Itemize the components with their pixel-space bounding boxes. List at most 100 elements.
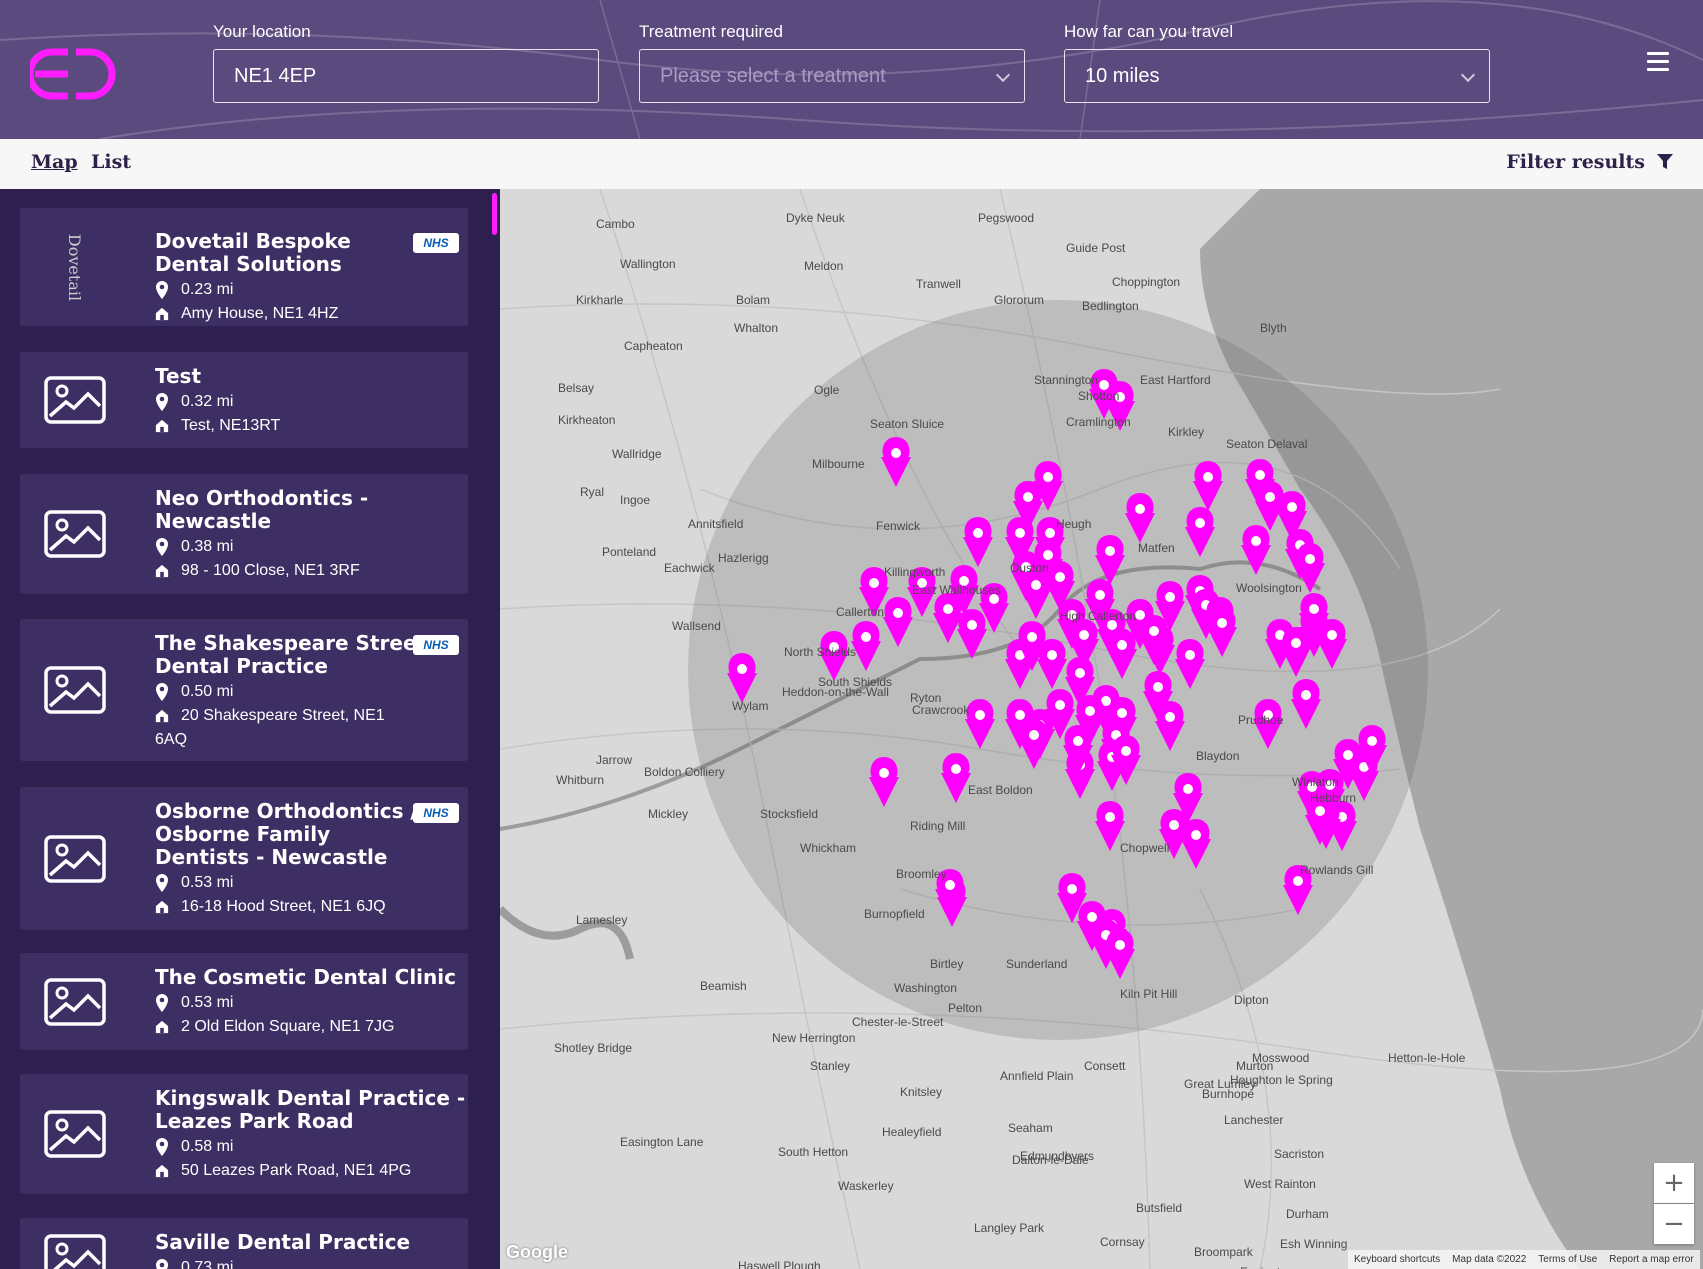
result-card[interactable]: Kingswalk Dental Practice - Leazes Park R… [20, 1074, 468, 1194]
header: Your location NE1 4EP Treatment required… [0, 0, 1703, 139]
home-icon [155, 895, 169, 924]
tab-map[interactable]: Map [31, 151, 78, 173]
practice-name-line: Newcastle [155, 509, 272, 533]
practice-name[interactable]: Dovetail Bespoke Dental Solutions [155, 230, 351, 276]
map-place-label: New Herrington [772, 1031, 856, 1045]
map-place-label: Broomley [896, 867, 947, 881]
address-row: 2 Old Eldon Square, NE1 7JG [155, 1015, 394, 1044]
map-place-label: Pegswood [978, 211, 1035, 225]
distance-label: How far can you travel [1064, 22, 1234, 41]
filter-label: Filter results [1506, 151, 1645, 173]
practice-name[interactable]: Neo Orthodontics - Newcastle [155, 487, 368, 533]
distance-text: 0.73 mi [181, 1259, 234, 1269]
result-card[interactable]: The Cosmetic Dental Clinic 0.53 mi 2 Old E… [20, 953, 468, 1050]
practice-name-line: Osborne Orthodontics / [155, 799, 418, 823]
practice-name[interactable]: Saville Dental Practice [155, 1231, 410, 1254]
scrollbar[interactable] [492, 193, 497, 235]
map-place-label: Kiln Pit Hill [1120, 987, 1178, 1001]
map-place-label: Stocksfield [760, 807, 819, 821]
map-place-label: Washington [894, 981, 957, 995]
map-place-label: Cramlington [1066, 415, 1131, 429]
result-card[interactable]: Osborne Orthodontics / Osborne Family Dent… [20, 787, 468, 930]
map-place-label: Belsay [558, 381, 595, 395]
map-place-label: Killingworth [884, 565, 946, 579]
zoom-out-button[interactable]: − [1654, 1204, 1694, 1244]
map-place-label: Hebburn [1310, 791, 1357, 805]
map-place-label: Wallsend [672, 619, 721, 633]
map-place-label: Easington [1240, 1265, 1293, 1269]
map-place-label: Whitburn [556, 773, 605, 787]
map-place-label: Seaton Sluice [870, 417, 945, 431]
address-row: 16-18 Hood Street, NE1 6JQ [155, 895, 386, 924]
map-place-label: East Wallhouses [912, 583, 1001, 597]
nhs-badge: NHS [413, 233, 459, 253]
address-text: Amy House, NE1 4HZ [181, 305, 339, 322]
result-card[interactable]: Test 0.32 mi Test, NE13RT [20, 352, 468, 448]
report-error-link[interactable]: Report a map error [1609, 1254, 1693, 1265]
map-place-label: Meldon [804, 259, 844, 273]
map-place-label: Guide Post [1066, 241, 1126, 255]
map-place-label: Birtley [930, 957, 964, 971]
practice-name[interactable]: The Cosmetic Dental Clinic [155, 966, 456, 989]
map-place-label: Chopwell [1120, 841, 1170, 855]
map-place-label: Stannington [1034, 373, 1099, 387]
terms-link[interactable]: Terms of Use [1538, 1254, 1597, 1265]
map-place-label: High Callerton [1060, 609, 1137, 623]
practice-name[interactable]: The Shakespeare Street Dental Practice [155, 632, 426, 678]
home-icon [155, 1159, 169, 1188]
map-place-label: North Shields [784, 645, 857, 659]
distance-text: 0.50 mi [181, 683, 234, 700]
map-place-label: Ouston [1010, 561, 1049, 575]
map-place-label: Annitsfield [688, 517, 744, 531]
result-card[interactable]: Dovetail Dovetail Bespoke Dental Solutions… [20, 208, 468, 326]
distance-select[interactable]: 10 miles [1064, 49, 1490, 103]
map-place-label: Shotley Bridge [554, 1041, 633, 1055]
map-place-label: Ponteland [602, 545, 657, 559]
map-place-label: Esh Winning [1280, 1237, 1348, 1251]
practice-name[interactable]: Osborne Orthodontics / Osborne Family Dent… [155, 800, 418, 869]
distance-text: 0.32 mi [181, 393, 234, 410]
map-place-label: Sacriston [1274, 1147, 1325, 1161]
location-pin-icon [155, 1256, 169, 1269]
location-label: Your location [213, 22, 311, 41]
map-place-label: Beamish [700, 979, 747, 993]
tab-list[interactable]: List [91, 151, 131, 173]
treatment-select[interactable]: Please select a treatment [639, 49, 1025, 103]
home-icon [155, 1015, 169, 1044]
practice-name[interactable]: Kingswalk Dental Practice - Leazes Park R… [155, 1087, 465, 1133]
map-place-label: Fenwick [876, 519, 921, 533]
map-place-label: Stanley [810, 1059, 851, 1073]
zoom-in-button[interactable]: + [1654, 1163, 1694, 1203]
map-place-label: Mickley [648, 807, 689, 821]
result-card[interactable]: Neo Orthodontics - Newcastle 0.38 mi 98 - 1… [20, 474, 468, 594]
keyboard-shortcuts-link[interactable]: Keyboard shortcuts [1354, 1254, 1440, 1265]
view-toolbar: Map List Filter results [0, 139, 1703, 189]
practice-name[interactable]: Test [155, 365, 201, 388]
map-place-label: Heddon-on-the-Wall [782, 685, 889, 699]
map-place-label: Cornsay [1100, 1235, 1145, 1249]
map-place-label: East Hartford [1140, 373, 1211, 387]
menu-icon[interactable] [1647, 52, 1669, 72]
practice-name-line: Neo Orthodontics - [155, 486, 369, 510]
filter-results-button[interactable]: Filter results [1506, 151, 1673, 173]
map-place-label: Ingoe [620, 493, 651, 507]
practice-name-line: Kingswalk Dental Practice - [155, 1086, 466, 1110]
map[interactable]: Dyke Neuk Pegswood Cambo Guide Post Wallingt… [500, 189, 1703, 1269]
location-field-group: Your location NE1 4EP [213, 22, 599, 103]
location-input[interactable]: NE1 4EP [213, 49, 599, 103]
results-list[interactable]: Dovetail Dovetail Bespoke Dental Solutions… [0, 189, 500, 1269]
distance-field-group: How far can you travel 10 miles [1064, 22, 1490, 103]
distance-text: 0.53 mi [181, 994, 234, 1011]
map-place-label: Rowlands Gill [1300, 863, 1374, 877]
map-place-label: Kirkharle [576, 293, 624, 307]
map-attribution: Keyboard shortcuts Map data ©2022 Terms … [1348, 1250, 1700, 1269]
map-place-label: Whalton [734, 321, 779, 335]
image-placeholder-icon [20, 352, 130, 448]
map-place-label: Hazlerigg [718, 551, 769, 565]
result-card[interactable]: Saville Dental Practice 0.73 mi [20, 1218, 468, 1269]
logo[interactable] [30, 46, 120, 102]
map-place-label: Jarrow [596, 753, 633, 767]
result-card[interactable]: The Shakespeare Street Dental Practice 0.5… [20, 619, 468, 761]
map-place-label: Ogle [814, 383, 840, 397]
map-place-label: Winlaton [1292, 775, 1339, 789]
